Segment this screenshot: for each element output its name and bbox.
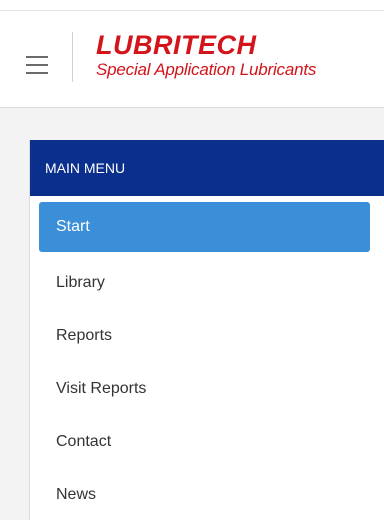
hamburger-line <box>26 64 48 66</box>
menu-item-news[interactable]: News <box>39 470 370 520</box>
menu-item-label: Start <box>56 218 90 235</box>
main-menu: MAIN MENU Start Library Reports Visit Re… <box>29 140 384 520</box>
page: LUBRITECH Special Application Lubricants… <box>0 0 384 520</box>
menu-item-start[interactable]: Start <box>39 202 370 252</box>
menu-item-visit-reports[interactable]: Visit Reports <box>39 364 370 414</box>
menu-item-library[interactable]: Library <box>39 258 370 308</box>
header: LUBRITECH Special Application Lubricants <box>0 11 384 108</box>
menu-item-label: Contact <box>56 433 112 450</box>
header-divider <box>72 32 73 82</box>
menu-item-label: Visit Reports <box>56 380 147 397</box>
menu-item-label: Reports <box>56 327 113 344</box>
menu-item-label: Library <box>56 274 105 291</box>
menu-header: MAIN MENU <box>30 140 384 196</box>
menu-item-reports[interactable]: Reports <box>39 311 370 361</box>
logo-subtitle: Special Application Lubricants <box>96 60 317 79</box>
menu-item-label: News <box>56 486 97 503</box>
content-area: MAIN MENU Start Library Reports Visit Re… <box>0 108 384 520</box>
menu-item-contact[interactable]: Contact <box>39 417 370 467</box>
hamburger-line <box>26 72 48 74</box>
hamburger-icon[interactable] <box>26 56 48 74</box>
brand-logo[interactable]: LUBRITECH Special Application Lubricants <box>96 30 316 80</box>
hamburger-line <box>26 56 48 58</box>
logo-title: LUBRITECH <box>96 30 257 60</box>
